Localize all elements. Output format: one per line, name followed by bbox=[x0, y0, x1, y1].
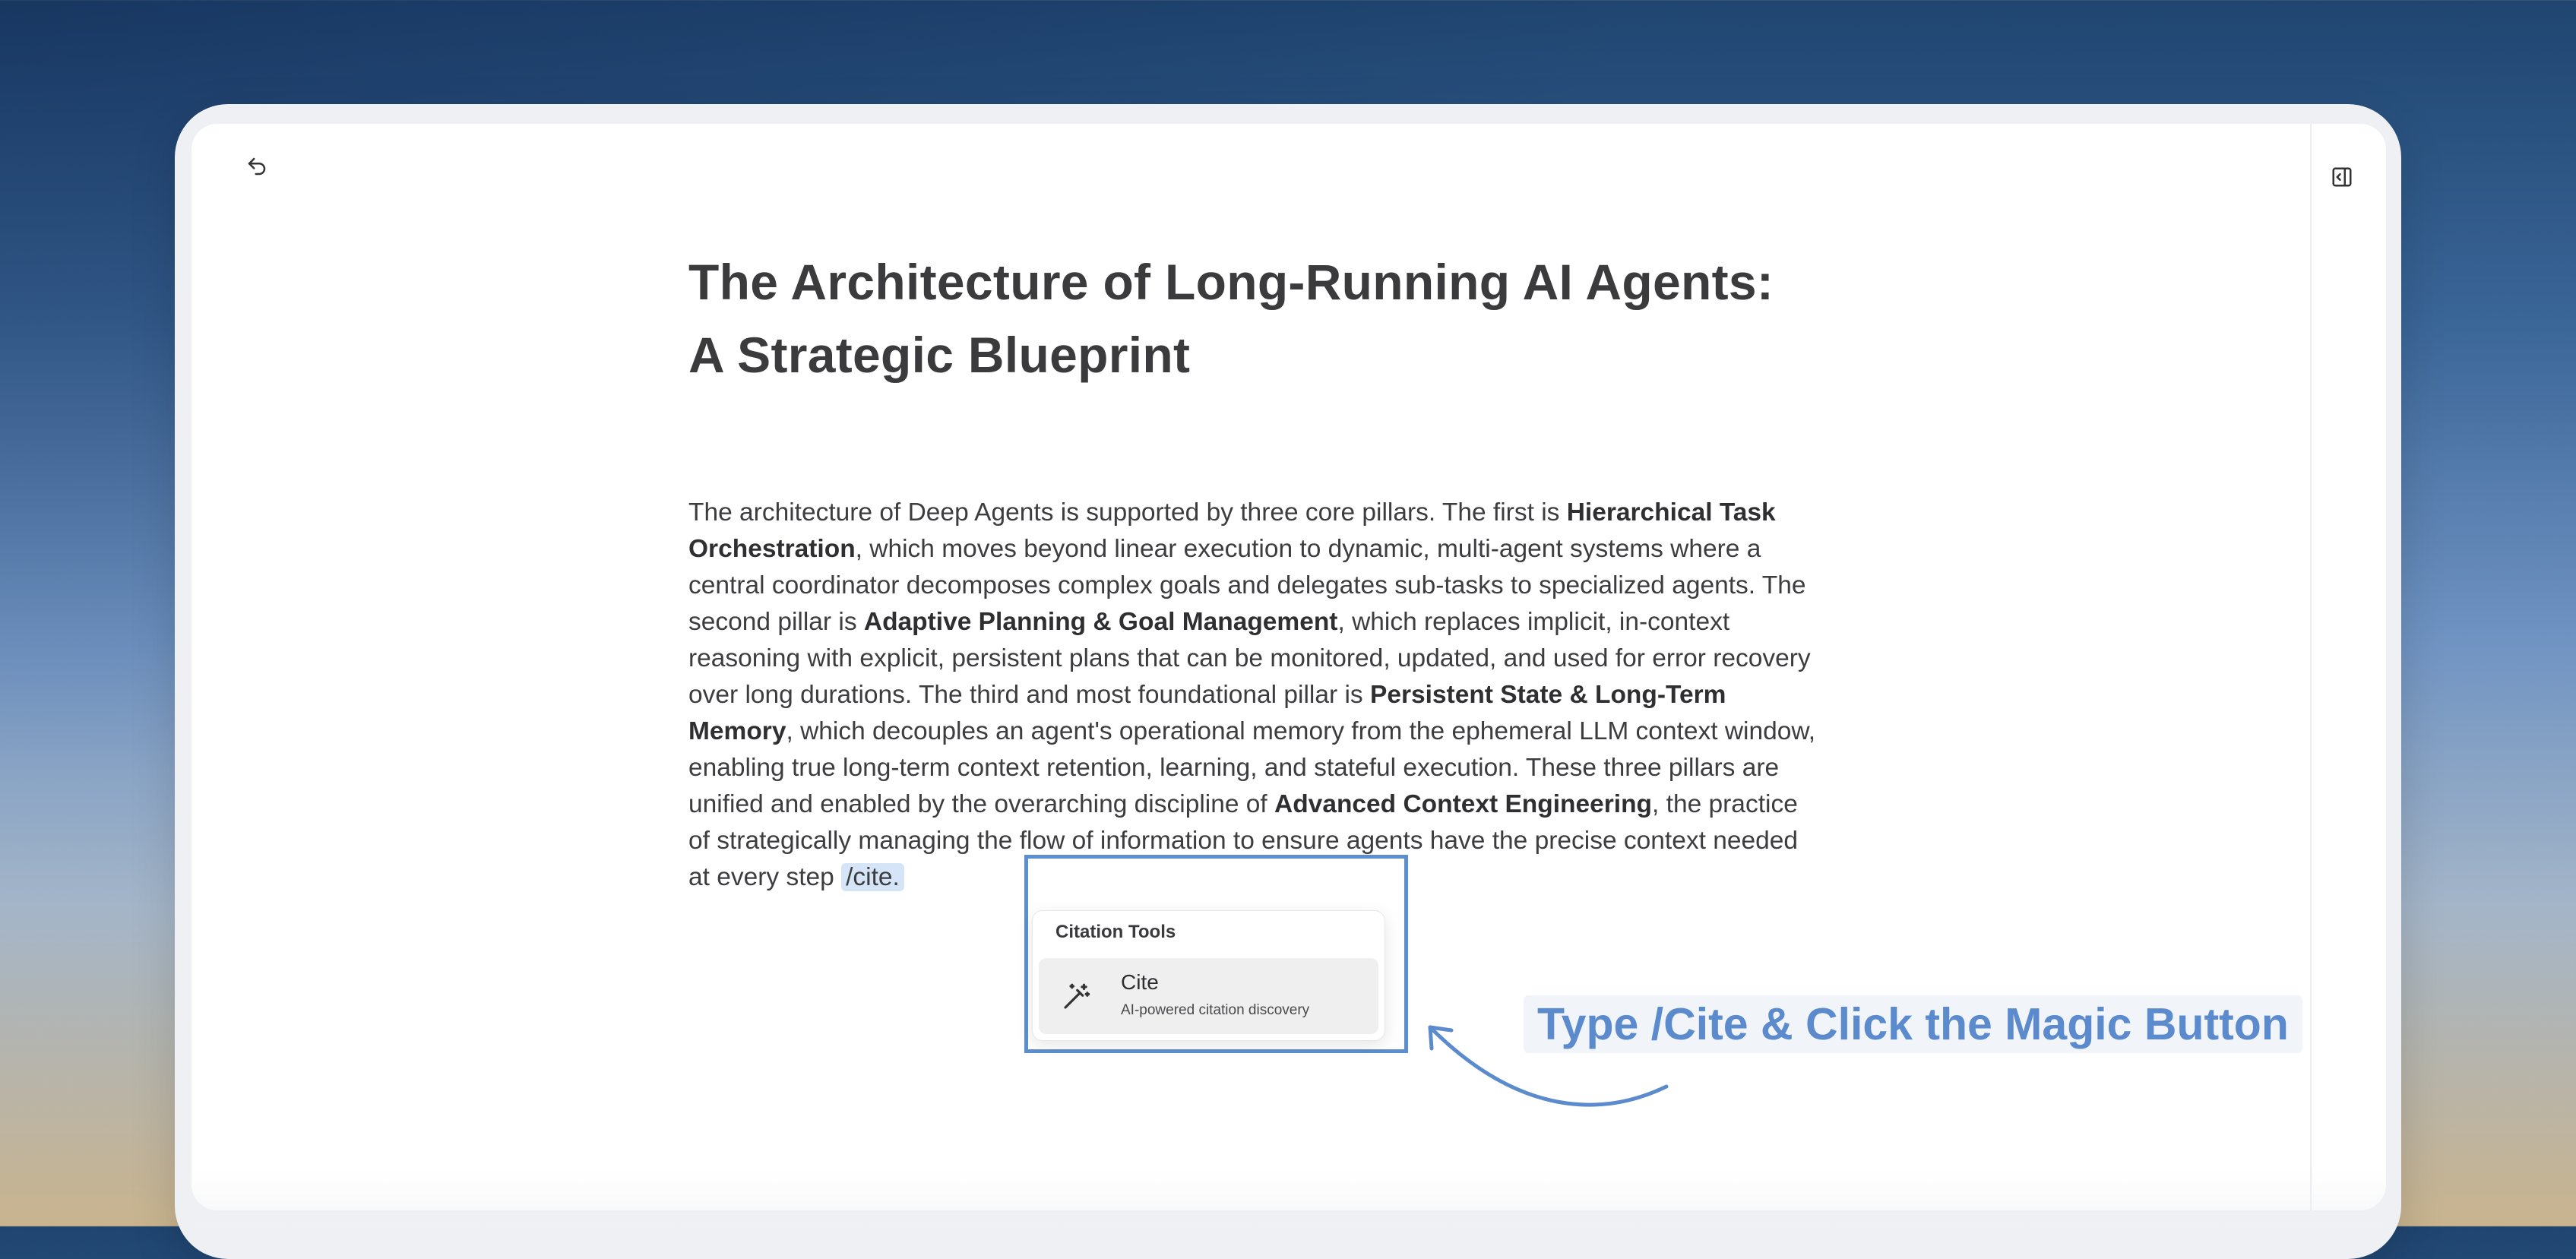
body-text-1: The architecture of Deep Agents is suppo… bbox=[688, 498, 1567, 527]
citation-tools-popover: Citation Tools Cite AI-powered citation … bbox=[1032, 910, 1385, 1041]
document-paragraph[interactable]: The architecture of Deep Agents is suppo… bbox=[688, 495, 1821, 896]
body-bold-2: Adaptive Planning & Goal Management bbox=[863, 608, 1338, 636]
document-title[interactable]: The Architecture of Long-Running AI Agen… bbox=[688, 245, 1859, 391]
popover-title: Citation Tools bbox=[1055, 922, 1176, 942]
right-sidebar-rail bbox=[2310, 124, 2386, 1210]
sidebar-toggle-button[interactable] bbox=[2318, 156, 2366, 198]
cite-slash-command[interactable]: /cite. bbox=[841, 863, 904, 891]
document-title-line-2: A Strategic Blueprint bbox=[688, 327, 1191, 383]
undo-icon bbox=[248, 157, 266, 176]
undo-button[interactable] bbox=[236, 145, 278, 188]
annotation-callout: Type /Cite & Click the Magic Button bbox=[1524, 995, 2302, 1053]
document-title-line-1: The Architecture of Long-Running AI Agen… bbox=[688, 254, 1774, 310]
magic-wand-icon bbox=[1064, 983, 1090, 1009]
body-bold-4: Advanced Context Engineering bbox=[1274, 790, 1653, 818]
cite-menu-item[interactable]: Cite AI-powered citation discovery bbox=[1039, 958, 1378, 1034]
cite-menu-description: AI-powered citation discovery bbox=[1121, 1002, 1310, 1018]
sidebar-toggle-icon bbox=[2332, 167, 2352, 187]
cite-menu-label: Cite bbox=[1121, 970, 1159, 994]
